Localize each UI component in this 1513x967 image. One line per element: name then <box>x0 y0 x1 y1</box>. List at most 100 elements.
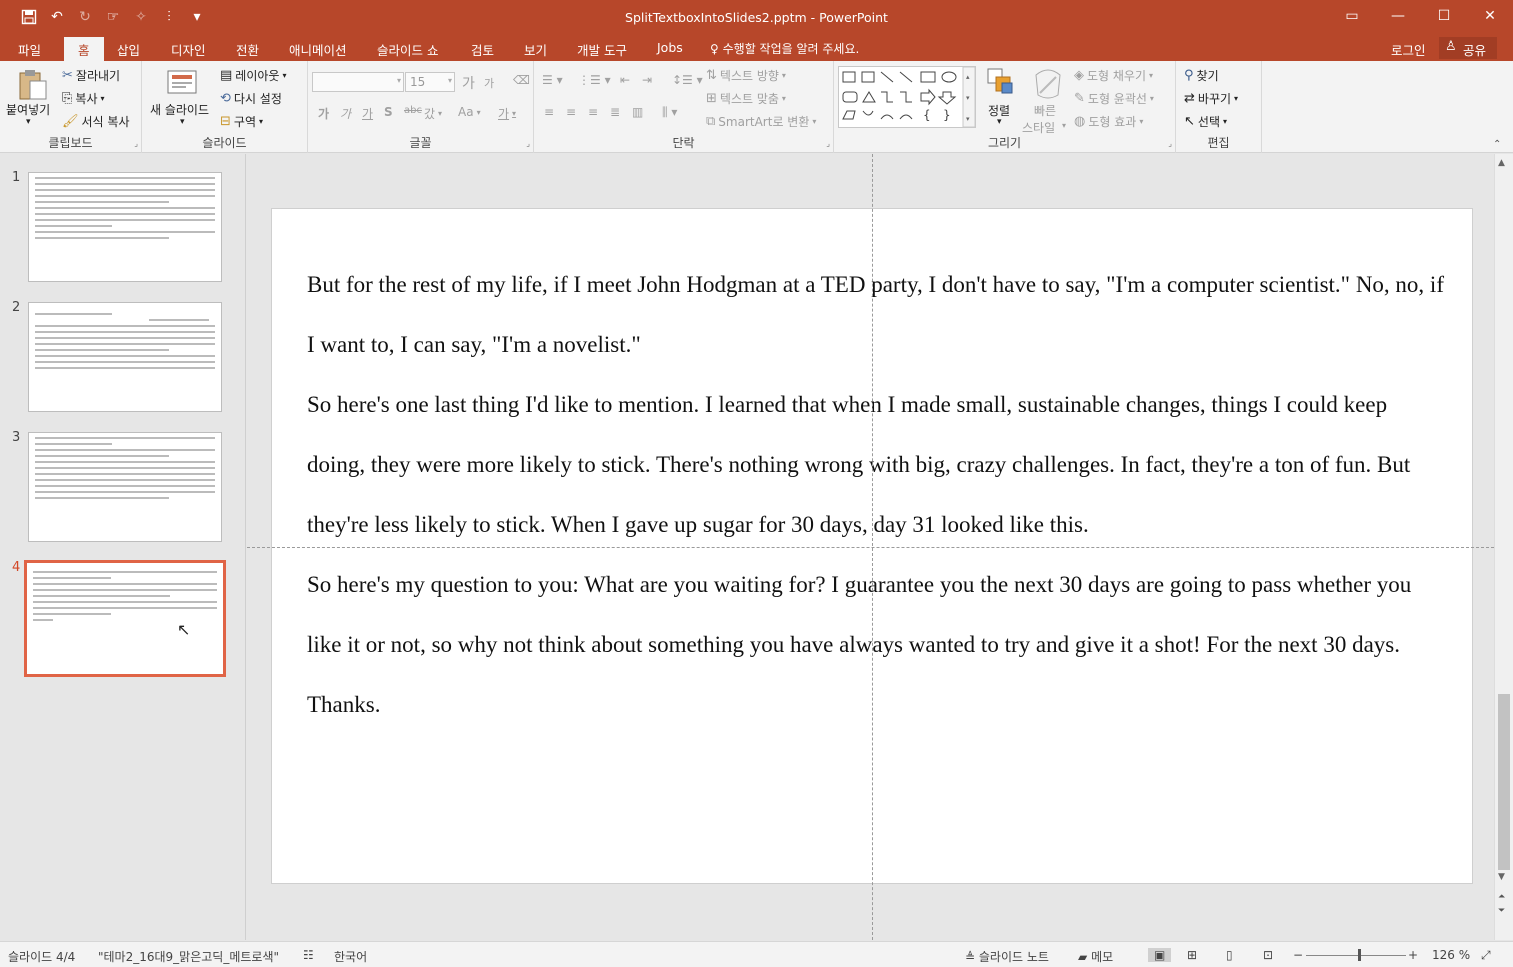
tab-animations[interactable]: 애니메이션 <box>289 40 347 59</box>
arrange-dropdown-icon[interactable]: ▾ <box>997 117 1002 127</box>
increase-indent-icon[interactable]: ⇥ <box>642 73 652 87</box>
new-slide-button[interactable]: 새 슬라이드 <box>150 101 209 118</box>
slide-thumbnail-3[interactable] <box>28 432 222 542</box>
grow-font-button[interactable]: 가 <box>462 73 475 93</box>
slide-thumbnail-2[interactable] <box>28 302 222 412</box>
align-right-icon[interactable]: ≡ <box>588 105 598 119</box>
shape-fill-button[interactable]: ◈ 도형 채우기 ▾ <box>1074 67 1153 84</box>
clear-format-icon[interactable]: ⌫ <box>513 73 530 87</box>
scroll-up-icon[interactable]: ▲ <box>1498 158 1505 168</box>
slide-thumbnail-4[interactable] <box>24 560 226 677</box>
smartart-button[interactable]: ⧉ SmartArt로 변환 ▾ <box>706 113 816 130</box>
tab-transitions[interactable]: 전환 <box>236 40 259 59</box>
slide-sorter-icon[interactable]: ⊞ <box>1187 948 1197 962</box>
italic-button[interactable]: 가 <box>340 105 351 122</box>
zoom-out-icon[interactable]: − <box>1293 948 1303 962</box>
align-center-icon[interactable]: ≡ <box>566 105 576 119</box>
tab-view[interactable]: 보기 <box>524 40 547 59</box>
numbering-icon[interactable]: ⋮☰ ▾ <box>578 73 611 87</box>
paragraph-launcher-icon[interactable]: ⌟ <box>826 139 830 148</box>
scroll-down-icon[interactable]: ▼ <box>1498 872 1505 882</box>
bold-button[interactable]: 가 <box>318 105 329 122</box>
tab-jobs[interactable]: Jobs <box>657 40 683 55</box>
paste-icon[interactable] <box>14 67 50 101</box>
vertical-scrollbar[interactable]: ▲ ▼ ⏶ ⏷ <box>1494 154 1513 940</box>
comments-button[interactable]: ▰ 메모 <box>1078 948 1113 965</box>
horizontal-guide[interactable] <box>247 547 1494 548</box>
slide-thumbnail-1[interactable] <box>28 172 222 282</box>
justify-icon[interactable]: ≣ <box>610 105 620 119</box>
columns-icon[interactable]: ⫼ ▾ <box>662 105 677 120</box>
tab-design[interactable]: 디자인 <box>171 40 206 59</box>
paste-button[interactable]: 붙여넣기 <box>6 101 50 118</box>
quick-styles-dropdown-icon[interactable]: ▾ <box>1062 121 1066 130</box>
layout-button[interactable]: ▤ 레이아웃 ▾ <box>220 67 286 84</box>
char-spacing-button[interactable]: 갔 ▾ <box>424 105 442 122</box>
zoom-slider[interactable] <box>1306 955 1406 956</box>
shapes-gallery[interactable]: {} ▴ ▾ ▾ <box>838 66 976 128</box>
shape-outline-button[interactable]: ✎ 도형 윤곽선 ▾ <box>1074 90 1154 107</box>
arrange-icon[interactable] <box>984 67 1020 101</box>
distributed-icon[interactable]: ▥ <box>632 105 643 119</box>
tell-me-box[interactable]: ♀ 수행할 작업을 알려 주세요. <box>710 40 859 57</box>
tab-slideshow[interactable]: 슬라이드 쇼 <box>377 40 438 59</box>
quick-styles-label-2[interactable]: 스타일 <box>1022 119 1055 136</box>
tab-home[interactable]: 홈 <box>64 37 104 61</box>
zoom-in-icon[interactable]: + <box>1408 948 1418 962</box>
align-text-button[interactable]: ⊞ 텍스트 맞춤 ▾ <box>706 90 786 107</box>
replace-button[interactable]: ⇄ 바꾸기 ▾ <box>1184 90 1238 107</box>
previous-slide-icon[interactable]: ⏶ <box>1498 892 1505 902</box>
bullets-icon[interactable]: ☰ ▾ <box>542 73 563 87</box>
zoom-level[interactable]: 126 % <box>1432 948 1470 962</box>
next-slide-icon[interactable]: ⏷ <box>1498 906 1505 916</box>
select-button[interactable]: ↖ 선택 ▾ <box>1184 113 1227 130</box>
reset-button[interactable]: ⟲ 다시 설정 <box>220 90 282 107</box>
ribbon-display-icon[interactable]: ▭ <box>1329 0 1375 32</box>
tab-review[interactable]: 검토 <box>471 40 494 59</box>
format-painter-button[interactable]: 🖌 서식 복사 <box>62 113 130 130</box>
tab-file[interactable]: 파일 <box>18 40 41 59</box>
align-left-icon[interactable]: ≡ <box>544 105 554 119</box>
new-slide-dropdown-icon[interactable]: ▾ <box>180 117 185 127</box>
strikethrough-button[interactable]: abc <box>404 105 422 116</box>
minimize-icon[interactable]: — <box>1375 0 1421 32</box>
drawing-launcher-icon[interactable]: ⌟ <box>1168 139 1172 148</box>
clipboard-launcher-icon[interactable]: ⌟ <box>134 139 138 148</box>
underline-button[interactable]: 가 <box>362 105 373 122</box>
tab-developer[interactable]: 개발 도구 <box>577 40 627 59</box>
slide-textbox[interactable]: But for the rest of my life, if I meet J… <box>307 255 1447 735</box>
find-button[interactable]: ⚲ 찾기 <box>1184 67 1219 84</box>
fit-to-window-icon[interactable]: ⤢ <box>1481 948 1491 963</box>
paste-dropdown-icon[interactable]: ▾ <box>26 117 31 127</box>
new-slide-icon[interactable] <box>164 65 200 99</box>
login-link[interactable]: 로그인 <box>1391 40 1426 59</box>
reading-view-icon[interactable]: ▯ <box>1226 948 1233 962</box>
text-direction-button[interactable]: ⇅ 텍스트 방향 ▾ <box>706 67 786 84</box>
maximize-icon[interactable]: ☐ <box>1421 0 1467 32</box>
decrease-indent-icon[interactable]: ⇤ <box>620 73 630 87</box>
shape-effects-button[interactable]: ◍ 도형 효과 ▾ <box>1074 113 1143 130</box>
cut-button[interactable]: ✂ 잘라내기 <box>62 67 120 84</box>
font-name-combo[interactable]: ▾ <box>312 72 404 92</box>
section-button[interactable]: ⊟ 구역 ▾ <box>220 113 263 130</box>
spell-check-icon[interactable]: ☷ <box>303 948 314 962</box>
notes-button[interactable]: ≜ 슬라이드 노트 <box>965 948 1049 965</box>
language-indicator[interactable]: 한국어 <box>334 948 367 965</box>
quick-styles-icon[interactable] <box>1030 67 1066 101</box>
collapse-ribbon-icon[interactable]: ⌃ <box>1493 139 1501 150</box>
zoom-slider-knob[interactable] <box>1358 949 1361 961</box>
font-size-combo[interactable]: 15 ▾ <box>405 72 455 92</box>
close-icon[interactable]: ✕ <box>1467 0 1513 32</box>
copy-button[interactable]: ⎘ 복사 ▾ <box>62 90 105 107</box>
line-spacing-icon[interactable]: ↕☰ ▾ <box>672 73 703 87</box>
font-color-button[interactable]: 가 ▾ <box>498 105 516 122</box>
scroll-thumb[interactable] <box>1498 694 1510 870</box>
shadow-button[interactable]: S <box>384 105 393 119</box>
shrink-font-button[interactable]: 가 <box>484 75 494 91</box>
tab-insert[interactable]: 삽입 <box>117 40 140 59</box>
share-button[interactable]: ♙ 공유 <box>1439 37 1497 59</box>
slideshow-view-icon[interactable]: ⊡ <box>1263 948 1273 962</box>
font-launcher-icon[interactable]: ⌟ <box>526 139 530 148</box>
normal-view-icon[interactable]: ▣ <box>1148 948 1172 962</box>
quick-styles-label-1[interactable]: 빠른 <box>1034 102 1056 119</box>
